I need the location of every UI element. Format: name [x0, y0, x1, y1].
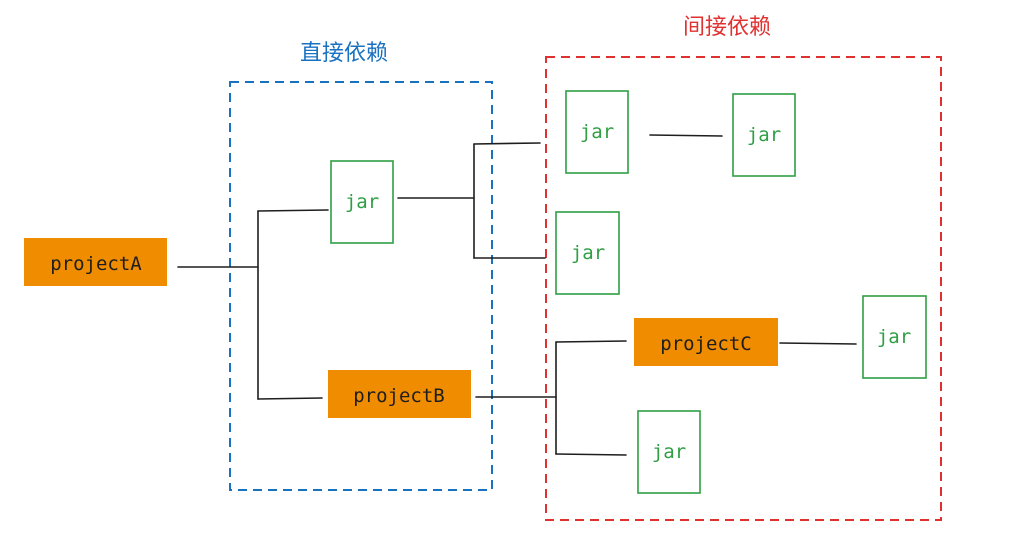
- connector-jar-to-jar: [649, 134, 723, 137]
- connector-to-jar-ind-1: [473, 142, 541, 145]
- connector-projectC-to-jar: [779, 342, 857, 345]
- jar-indirect-3-label: jar: [571, 242, 605, 264]
- node-projectB: projectB: [328, 370, 471, 418]
- connector-to-projectB: [257, 397, 323, 400]
- dependency-diagram: 直接依赖 间接依赖 projectA projectB projectC jar…: [24, 15, 942, 521]
- node-jar-indirect-2: jar: [732, 93, 796, 177]
- connectors: [177, 134, 857, 456]
- direct-dependency-title: 直接依赖: [300, 41, 388, 66]
- node-jar-projectC: jar: [862, 295, 927, 379]
- connector-to-jar-direct: [257, 209, 329, 212]
- indirect-dependency-title: 间接依赖: [683, 15, 771, 40]
- jar-projectC-label: jar: [877, 326, 911, 348]
- jar-indirect-1-label: jar: [580, 121, 614, 143]
- projectC-label: projectC: [660, 333, 752, 355]
- node-jar-indirect-3: jar: [555, 211, 620, 295]
- jar-indirect-2-label: jar: [747, 124, 781, 146]
- node-projectA: projectA: [24, 238, 167, 286]
- node-jar-direct: jar: [330, 160, 394, 244]
- connector-to-jar-b: [555, 453, 627, 456]
- node-jar-projectB: jar: [637, 410, 701, 494]
- direct-dependency-frame: [229, 81, 493, 491]
- jar-projectB-label: jar: [652, 441, 686, 463]
- projectB-label: projectB: [353, 385, 445, 407]
- node-projectC: projectC: [634, 318, 778, 366]
- jar-direct-label: jar: [345, 191, 379, 213]
- connector-to-projectC: [555, 340, 627, 343]
- node-jar-indirect-1: jar: [565, 90, 629, 174]
- projectA-label: projectA: [50, 253, 142, 275]
